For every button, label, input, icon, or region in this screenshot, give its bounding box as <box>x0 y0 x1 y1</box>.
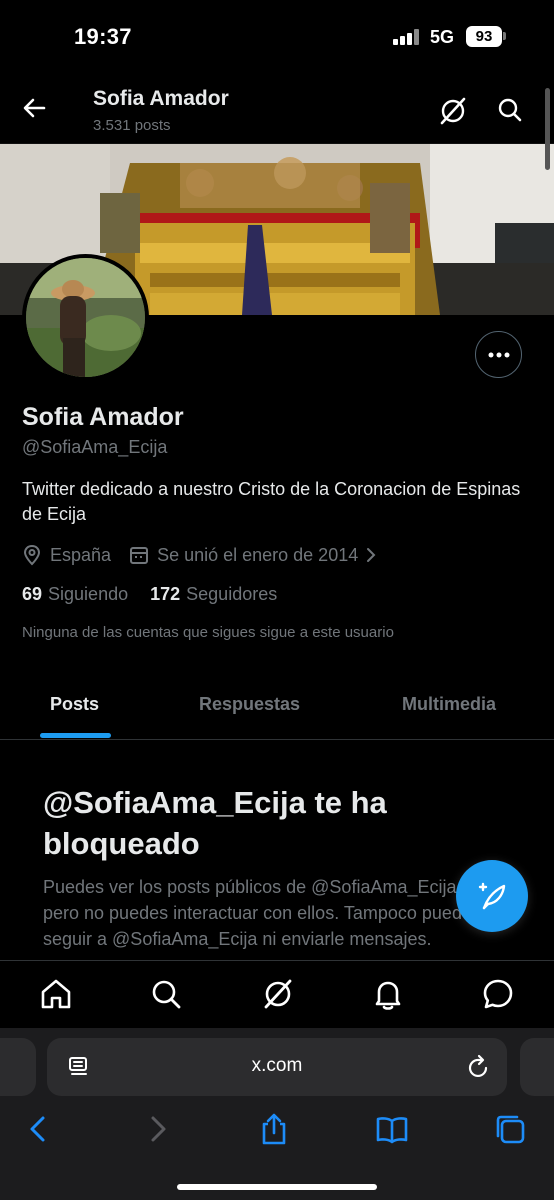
profile-tabs: Posts Respuestas Multimedia <box>0 672 554 740</box>
nav-search-button[interactable] <box>149 977 183 1011</box>
bottom-navigation <box>0 960 554 1028</box>
compose-feather-icon <box>478 882 506 910</box>
reload-icon[interactable] <box>467 1054 491 1080</box>
browser-forward-button[interactable] <box>140 1112 174 1146</box>
location-pin-icon <box>23 544 41 566</box>
followers-count: 172 <box>150 584 181 604</box>
address-bar[interactable]: x.com <box>47 1038 507 1096</box>
blocked-text: Puedes ver los posts públicos de @SofiaA… <box>43 877 481 949</box>
chevron-left-icon <box>30 1116 45 1142</box>
tab-replies[interactable]: Respuestas <box>199 694 300 715</box>
follow-stats: 69 Siguiendo 172 Seguidores <box>22 584 299 605</box>
nav-grok-button[interactable] <box>261 977 295 1011</box>
profile-name: Sofia Amador <box>22 403 184 431</box>
tab-media[interactable]: Multimedia <box>402 694 496 715</box>
home-indicator[interactable] <box>177 1184 377 1190</box>
more-dots-icon <box>488 352 509 357</box>
tabs-icon <box>496 1115 525 1144</box>
location-text: España <box>50 544 112 565</box>
location-item: España <box>22 544 111 566</box>
back-button[interactable] <box>16 90 52 126</box>
search-icon <box>152 980 181 1009</box>
chevron-right-icon <box>151 1116 166 1142</box>
chevron-right-icon <box>367 548 376 562</box>
header-profile-name: Sofia Amador <box>93 87 229 110</box>
cellular-signal-icon <box>393 29 421 45</box>
joined-item[interactable]: Se unió el enero de 2014 <box>129 545 378 566</box>
bell-icon <box>375 981 401 1010</box>
mutual-followers-note: Ninguna de las cuentas que sigues sigue … <box>22 624 394 641</box>
next-tab-peek[interactable] <box>520 1038 554 1096</box>
browser-toolbar: x.com <box>0 1028 554 1200</box>
calendar-icon <box>130 547 149 564</box>
followers-label: Seguidores <box>186 584 278 604</box>
bookmarks-button[interactable] <box>375 1112 409 1146</box>
grok-button[interactable] <box>436 94 470 128</box>
following-count: 69 <box>22 584 43 604</box>
followers-link[interactable]: 172 Seguidores <box>150 584 277 605</box>
grok-icon <box>440 97 466 125</box>
scrollbar[interactable] <box>545 88 550 170</box>
tab-posts[interactable]: Posts <box>50 694 99 715</box>
grok-icon <box>264 979 292 1009</box>
active-tab-indicator <box>40 733 111 738</box>
home-icon <box>41 979 71 1009</box>
chat-bubble-icon <box>483 979 513 1009</box>
back-arrow-icon <box>23 98 46 118</box>
more-options-button[interactable] <box>475 331 522 378</box>
profile-bio: Twitter dedicado a nuestro Cristo de la … <box>22 479 521 524</box>
compose-post-button[interactable] <box>456 860 528 932</box>
share-icon <box>262 1113 286 1145</box>
header-search-button[interactable] <box>494 94 526 126</box>
profile-header-bar: Sofia Amador 3.531 posts <box>0 72 554 144</box>
status-time: 19:37 <box>74 24 132 49</box>
book-icon <box>376 1117 408 1144</box>
search-icon <box>498 98 522 122</box>
browser-back-button[interactable] <box>22 1112 56 1146</box>
network-type: 5G <box>430 27 455 47</box>
avatar-image <box>26 258 145 377</box>
previous-tab-peek[interactable] <box>0 1038 36 1096</box>
status-bar: 19:37 5G 93 <box>0 0 554 72</box>
url-text: x.com <box>251 1055 303 1076</box>
battery-icon: 93 <box>466 26 502 47</box>
share-button[interactable] <box>257 1112 291 1146</box>
joined-text: Se unió el enero de 2014 <box>157 544 359 565</box>
tabs-button[interactable] <box>493 1112 527 1146</box>
nav-notifications-button[interactable] <box>371 977 405 1011</box>
profile-meta: España Se unió el enero de 2014 <box>22 541 396 569</box>
nav-messages-button[interactable] <box>481 977 515 1011</box>
profile-handle: @SofiaAma_Ecija <box>22 437 168 457</box>
battery-tip <box>503 32 506 40</box>
avatar[interactable] <box>22 254 149 381</box>
nav-home-button[interactable] <box>39 977 73 1011</box>
following-label: Siguiendo <box>48 584 129 604</box>
blocked-title: @SofiaAma_Ecija te ha bloqueado <box>43 785 387 861</box>
following-link[interactable]: 69 Siguiendo <box>22 584 128 605</box>
header-posts-count: 3.531 posts <box>93 117 171 134</box>
